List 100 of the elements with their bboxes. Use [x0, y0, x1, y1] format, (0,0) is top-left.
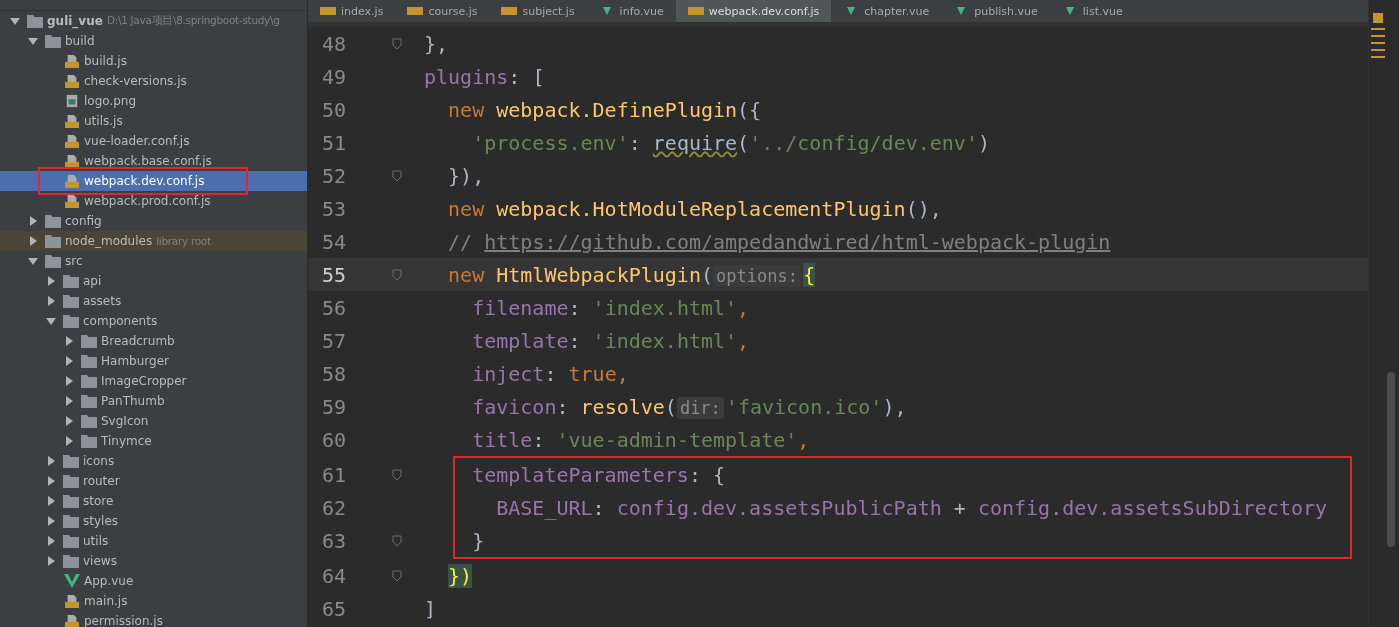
code-line: BASE_URL: config.dev.assetsPublicPath + config.dev.assetsSubDirectory — [495, 495, 1328, 520]
folder-icon — [45, 254, 61, 268]
tree-item[interactable]: Tinymce — [0, 431, 307, 451]
file-name: logo.png — [84, 94, 137, 108]
file-name: utils.js — [84, 114, 123, 128]
editor-tab[interactable]: info.vue — [586, 0, 676, 22]
expand-arrow-icon[interactable] — [46, 316, 56, 326]
folder-icon — [63, 554, 79, 568]
scroll-marker[interactable] — [1371, 35, 1385, 37]
expand-arrow-icon[interactable] — [46, 556, 56, 566]
fold-marker-icon[interactable] — [392, 569, 402, 582]
expand-arrow-icon[interactable] — [28, 236, 38, 246]
tree-item[interactable]: node_modules library root — [0, 231, 307, 251]
expand-arrow-icon[interactable] — [46, 496, 56, 506]
tree-item[interactable]: src — [0, 251, 307, 271]
tree-item[interactable]: SvgIcon — [0, 411, 307, 431]
folder-icon — [63, 534, 79, 548]
expand-arrow-icon[interactable] — [46, 536, 56, 546]
tree-item[interactable]: utils.js — [0, 111, 307, 131]
expand-arrow-icon[interactable] — [46, 296, 56, 306]
tree-item[interactable]: views — [0, 551, 307, 571]
code-line: title: 'vue-admin-template', — [471, 427, 810, 452]
tree-item[interactable]: guli_vue D:\1 Java项目\8.springboot-study\g — [0, 11, 307, 31]
editor-tab[interactable]: list.vue — [1049, 0, 1135, 22]
tree-item[interactable]: config — [0, 211, 307, 231]
line-number: 53 — [320, 196, 346, 221]
file-name: views — [83, 554, 117, 568]
file-name: webpack.base.conf.js — [84, 154, 212, 168]
tree-item[interactable]: Hamburger — [0, 351, 307, 371]
editor-tab[interactable]: publish.vue — [941, 0, 1050, 22]
fold-marker-icon[interactable] — [392, 37, 402, 50]
line-number: 54 — [320, 229, 346, 254]
tree-item[interactable]: build.js — [0, 51, 307, 71]
expand-arrow-icon[interactable] — [46, 456, 56, 466]
fold-marker-icon[interactable] — [392, 534, 402, 547]
expand-arrow-icon[interactable] — [64, 416, 74, 426]
tree-item[interactable]: webpack.prod.conf.js — [0, 191, 307, 211]
expand-arrow-icon[interactable] — [46, 516, 56, 526]
code-line: }, — [424, 31, 449, 56]
tree-item[interactable]: components — [0, 311, 307, 331]
fold-marker-icon[interactable] — [392, 468, 402, 481]
tree-item[interactable]: store — [0, 491, 307, 511]
tree-item[interactable]: check-versions.js — [0, 71, 307, 91]
expand-arrow-icon[interactable] — [64, 396, 74, 406]
code-line: 'process.env': require('../config/dev.env') — [471, 130, 990, 155]
expand-arrow-icon[interactable] — [64, 356, 74, 366]
tree-item[interactable]: App.vue — [0, 571, 307, 591]
file-name: api — [83, 274, 102, 288]
expand-arrow-icon[interactable] — [28, 256, 38, 266]
scroll-marker[interactable] — [1371, 28, 1385, 30]
code-line: inject: true, — [471, 361, 629, 386]
tree-item[interactable]: assets — [0, 291, 307, 311]
expand-arrow-icon[interactable] — [46, 276, 56, 286]
expand-arrow-icon[interactable] — [64, 336, 74, 346]
line-number: 60 — [320, 427, 346, 452]
code-line: ] — [424, 596, 437, 621]
scroll-marker[interactable] — [1371, 49, 1385, 51]
line-number: 52 — [320, 163, 346, 188]
tree-item[interactable]: logo.png — [0, 91, 307, 111]
fold-marker-icon[interactable] — [392, 268, 402, 281]
line-number: 48 — [320, 31, 346, 56]
expand-arrow-icon[interactable] — [28, 216, 38, 226]
tree-item[interactable]: webpack.base.conf.js — [0, 151, 307, 171]
expand-arrow-icon[interactable] — [46, 476, 56, 486]
tree-item[interactable]: api — [0, 271, 307, 291]
scroll-marker[interactable] — [1371, 56, 1385, 58]
expand-arrow-icon[interactable] — [64, 436, 74, 446]
folder-icon — [63, 294, 79, 308]
tree-item[interactable]: styles — [0, 511, 307, 531]
tree-item[interactable]: vue-loader.conf.js — [0, 131, 307, 151]
expand-arrow-icon[interactable] — [28, 36, 38, 46]
tree-item[interactable]: utils — [0, 531, 307, 551]
tree-item[interactable]: build — [0, 31, 307, 51]
tree-item[interactable]: main.js — [0, 591, 307, 611]
expand-arrow-icon[interactable] — [10, 16, 20, 26]
tree-item[interactable]: icons — [0, 451, 307, 471]
editor-tab[interactable]: index.js — [308, 0, 396, 22]
editor-tab[interactable]: webpack.dev.conf.js — [675, 0, 832, 22]
tree-item[interactable]: router — [0, 471, 307, 491]
file-name: webpack.dev.conf.js — [84, 174, 205, 188]
js-file-icon — [64, 174, 80, 188]
line-number: 51 — [320, 130, 346, 155]
tree-item[interactable]: ImageCropper — [0, 371, 307, 391]
scroll-marker[interactable] — [1371, 42, 1385, 44]
folder-icon — [81, 434, 97, 448]
file-name: components — [83, 314, 158, 328]
editor-tab[interactable]: chapter.vue — [831, 0, 942, 22]
editor-tab[interactable]: course.js — [395, 0, 490, 22]
file-name: utils — [83, 534, 109, 548]
fold-marker-icon[interactable] — [392, 169, 402, 182]
scrollbar-thumb[interactable] — [1387, 372, 1395, 547]
expand-arrow-icon[interactable] — [64, 376, 74, 386]
js-file-icon — [501, 7, 518, 15]
line-number: 58 — [320, 361, 346, 386]
editor-tab[interactable]: subject.js — [489, 0, 587, 22]
line-number: 49 — [320, 64, 346, 89]
tree-item[interactable]: PanThumb — [0, 391, 307, 411]
js-file-icon — [407, 7, 424, 15]
tree-item[interactable]: permission.js — [0, 611, 307, 627]
tree-item[interactable]: Breadcrumb — [0, 331, 307, 351]
